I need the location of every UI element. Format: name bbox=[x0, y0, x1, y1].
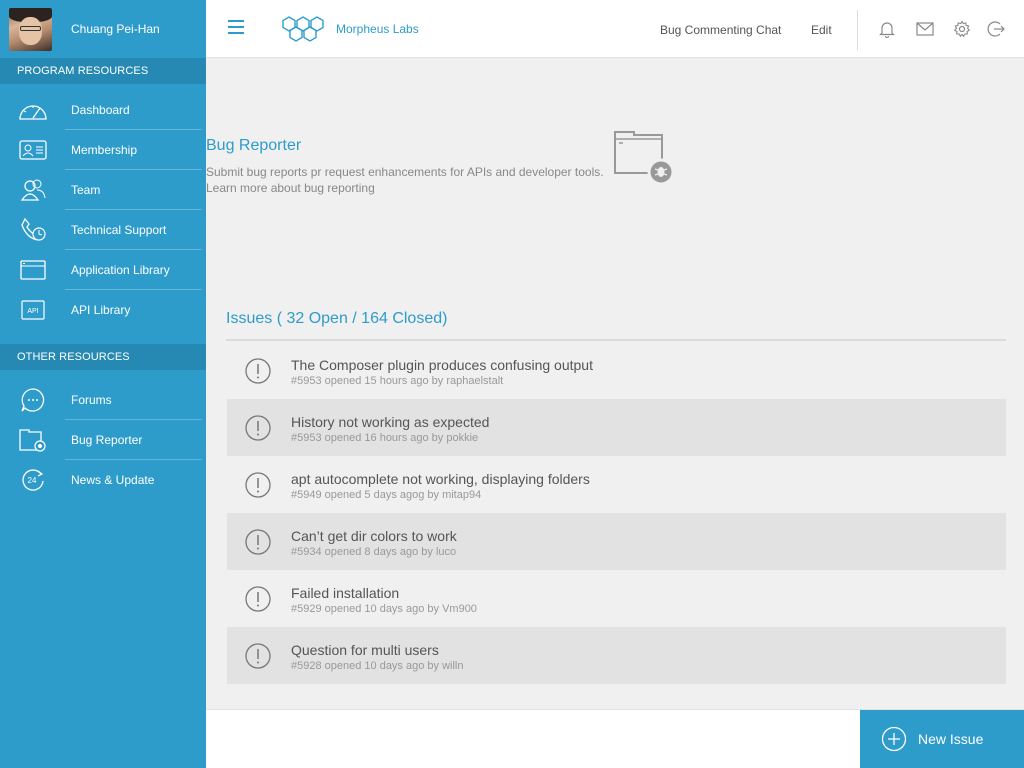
issue-title: Failed installation bbox=[291, 585, 400, 601]
settings-gear-icon[interactable] bbox=[953, 20, 971, 38]
sidebar-item-technical-support[interactable]: Technical Support bbox=[0, 210, 206, 250]
issue-meta: #5929 opened 10 days ago by Vm900 bbox=[291, 603, 477, 615]
dashboard-gauge-icon bbox=[18, 97, 48, 123]
issue-meta: #5953 opened 16 hours ago by pokkie bbox=[291, 432, 479, 444]
alert-circle-icon bbox=[245, 643, 271, 669]
program-resources-header: PROGRAM RESOURCES bbox=[0, 58, 206, 84]
issue-meta: #5949 opened 5 days agog by mitap94 bbox=[291, 489, 482, 501]
issue-title: The Composer plugin produces confusing o… bbox=[291, 357, 593, 373]
issue-meta: #5953 opened 15 hours ago by raphaelstal… bbox=[291, 375, 504, 387]
sidebar-item-news-update[interactable]: 24 News & Update bbox=[0, 460, 206, 500]
sidebar-item-label: Dashboard bbox=[71, 103, 130, 117]
team-people-icon bbox=[18, 177, 48, 203]
bell-icon[interactable] bbox=[878, 20, 896, 38]
learn-more-link[interactable]: Learn more about bug reporting bbox=[206, 181, 1024, 195]
divider bbox=[857, 10, 858, 50]
news-icon-text: 24 bbox=[28, 476, 37, 485]
issue-title: History not working as expected bbox=[291, 414, 490, 430]
page-title: Bug Reporter bbox=[206, 137, 302, 154]
issue-row[interactable]: The Composer plugin produces confusing o… bbox=[227, 342, 1006, 399]
news-24-icon: 24 bbox=[18, 467, 48, 493]
page-description: Submit bug reports pr request enhancemen… bbox=[206, 165, 604, 179]
membership-card-icon bbox=[18, 137, 48, 163]
bug-commenting-chat-link[interactable]: Bug Commenting Chat bbox=[660, 23, 781, 37]
other-resources-header: OTHER RESOURCES bbox=[0, 344, 206, 370]
user-profile[interactable]: Chuang Pei-Han bbox=[0, 0, 206, 58]
edit-link[interactable]: Edit bbox=[811, 23, 832, 37]
sidebar-item-label: News & Update bbox=[71, 473, 155, 487]
divider bbox=[226, 339, 1006, 341]
issue-meta: #5934 opened 8 days ago by luco bbox=[291, 546, 457, 558]
issue-row[interactable]: apt autocomplete not working, displaying… bbox=[227, 456, 1006, 513]
brand-name: Morpheus Labs bbox=[336, 22, 419, 36]
api-icon-text: API bbox=[27, 308, 38, 315]
sidebar-item-label: Application Library bbox=[71, 263, 170, 277]
issue-title: apt autocomplete not working, displaying… bbox=[291, 471, 590, 487]
bug-folder-icon bbox=[18, 427, 48, 453]
issue-meta: #5928 opened 10 days ago by willn bbox=[291, 660, 464, 672]
sidebar-item-label: Bug Reporter bbox=[71, 433, 143, 447]
application-window-icon bbox=[18, 257, 48, 283]
issue-list: The Composer plugin produces confusing o… bbox=[227, 342, 1006, 684]
mail-icon[interactable] bbox=[916, 20, 934, 38]
sidebar-item-dashboard[interactable]: Dashboard bbox=[0, 90, 206, 130]
api-box-icon: API bbox=[18, 297, 48, 323]
issue-row[interactable]: Can’t get dir colors to work #5934 opene… bbox=[227, 513, 1006, 570]
forum-chat-icon bbox=[18, 387, 48, 413]
sidebar-item-label: API Library bbox=[71, 303, 131, 317]
brand-logo[interactable]: Morpheus Labs bbox=[280, 15, 419, 43]
sidebar-item-api-library[interactable]: API API Library bbox=[0, 290, 206, 330]
support-phone-icon bbox=[18, 217, 48, 243]
hexagon-logo-icon bbox=[282, 16, 324, 42]
sidebar: Chuang Pei-Han PROGRAM RESOURCES Dashboa… bbox=[0, 0, 206, 768]
plus-circle-icon bbox=[881, 726, 907, 752]
sidebar-item-application-library[interactable]: Application Library bbox=[0, 250, 206, 290]
user-name: Chuang Pei-Han bbox=[71, 22, 160, 36]
top-bar: Morpheus Labs Bug Commenting Chat Edit bbox=[206, 0, 1024, 58]
hamburger-menu-icon[interactable] bbox=[228, 20, 244, 34]
logout-icon[interactable] bbox=[987, 20, 1005, 38]
issue-row[interactable]: Question for multi users #5928 opened 10… bbox=[227, 627, 1006, 684]
alert-circle-icon bbox=[245, 415, 271, 441]
alert-circle-icon bbox=[245, 586, 271, 612]
alert-circle-icon bbox=[245, 358, 271, 384]
issue-title: Can’t get dir colors to work bbox=[291, 528, 457, 544]
sidebar-item-label: Team bbox=[71, 183, 101, 197]
sidebar-item-membership[interactable]: Membership bbox=[0, 130, 206, 170]
sidebar-item-label: Membership bbox=[71, 143, 138, 157]
alert-circle-icon bbox=[245, 529, 271, 555]
new-issue-button[interactable]: New Issue bbox=[860, 710, 1024, 768]
issues-heading: Issues ( 32 Open / 164 Closed) bbox=[226, 310, 448, 327]
sidebar-item-label: Technical Support bbox=[71, 223, 167, 237]
alert-circle-icon bbox=[245, 472, 271, 498]
new-issue-label: New Issue bbox=[918, 731, 984, 747]
sidebar-item-forums[interactable]: Forums bbox=[0, 380, 206, 420]
issue-title: Question for multi users bbox=[291, 642, 439, 658]
issue-row[interactable]: Failed installation #5929 opened 10 days… bbox=[227, 570, 1006, 627]
issue-row[interactable]: History not working as expected #5953 op… bbox=[227, 399, 1006, 456]
sidebar-item-label: Forums bbox=[71, 393, 112, 407]
avatar bbox=[9, 7, 52, 51]
sidebar-item-team[interactable]: Team bbox=[0, 170, 206, 210]
sidebar-item-bug-reporter[interactable]: Bug Reporter bbox=[0, 420, 206, 460]
